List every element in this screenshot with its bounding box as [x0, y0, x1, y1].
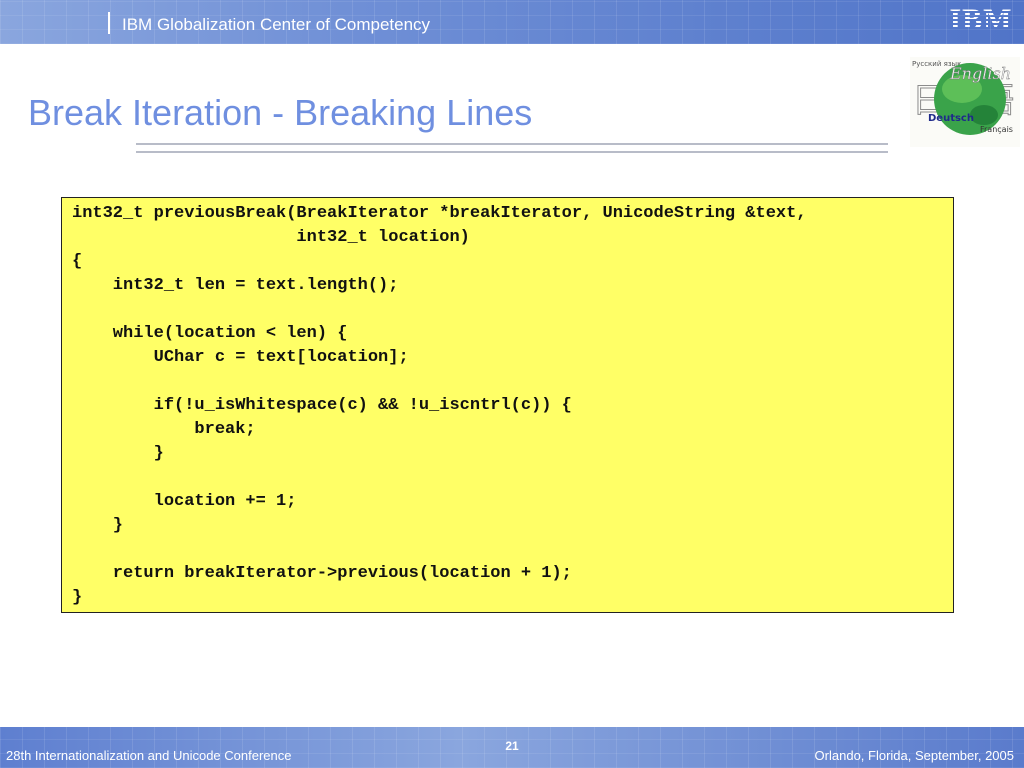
- code-line: int32_t previousBreak(BreakIterator *bre…: [72, 204, 807, 223]
- globe-word-french: Français: [980, 125, 1013, 134]
- code-line: }: [72, 516, 124, 535]
- globe-icon: Русский язык 日本語 English Deutsch Françai…: [910, 57, 1020, 147]
- header-divider: [108, 12, 110, 34]
- footer-location: Orlando, Florida, September, 2005: [814, 748, 1014, 763]
- title-underline: [136, 143, 888, 153]
- slide-title: Break Iteration - Breaking Lines: [28, 92, 533, 133]
- globe-word-english: English: [949, 64, 1011, 83]
- globe-word-german: Deutsch: [928, 113, 974, 124]
- code-block: int32_t previousBreak(BreakIterator *bre…: [61, 197, 954, 613]
- code-line: while(location < len) {: [72, 324, 348, 343]
- code-line: }: [72, 588, 83, 607]
- code-line: break;: [72, 420, 256, 439]
- ibm-logo: IBM: [949, 3, 1013, 36]
- code-line: {: [72, 252, 83, 271]
- code-line: location += 1;: [72, 492, 297, 511]
- code-line: return breakIterator->previous(location …: [72, 564, 572, 583]
- header-bar: IBM Globalization Center of Competency I…: [0, 0, 1024, 44]
- footer-bar: 28th Internationalization and Unicode Co…: [0, 727, 1024, 768]
- code-line: int32_t location): [72, 228, 470, 247]
- code-line: }: [72, 444, 164, 463]
- header-title: IBM Globalization Center of Competency: [122, 15, 431, 34]
- code-line: if(!u_isWhitespace(c) && !u_iscntrl(c)) …: [72, 396, 572, 415]
- code-line: int32_t len = text.length();: [72, 276, 399, 295]
- globe-image: Русский язык 日本語 English Deutsch Françai…: [910, 57, 1020, 147]
- code-line: UChar c = text[location];: [72, 348, 409, 367]
